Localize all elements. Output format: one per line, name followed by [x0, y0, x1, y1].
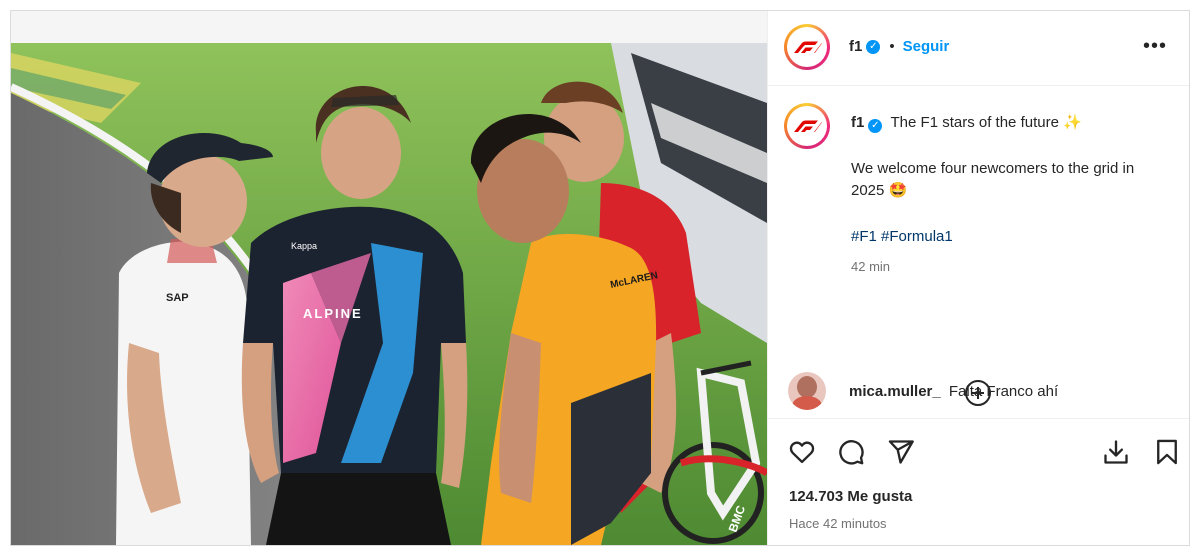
more-options-icon[interactable]: ••• — [1143, 36, 1167, 56]
post-header: f1 ✓ • Seguir ••• — [768, 11, 1189, 86]
comment-username[interactable]: mica.muller_ — [849, 383, 941, 400]
comment-row: mica.muller_ Falta Franco ahí — [788, 372, 1059, 410]
follow-button[interactable]: Seguir — [903, 38, 950, 55]
caption-username[interactable]: f1 — [851, 114, 864, 131]
post-photo[interactable]: SAP ALPINE Kappa McLAREN BMC — [11, 11, 767, 545]
comment-text: Falta Franco ahí — [948, 382, 1059, 400]
post-side-panel: f1 ✓ • Seguir ••• f1 ✓ The F1 stars of t… — [767, 11, 1189, 545]
svg-text:ALPINE: ALPINE — [303, 306, 363, 321]
f1-logo-icon — [794, 120, 822, 132]
sparkles-emoji-icon: ✨ — [1063, 114, 1082, 131]
f1-logo-icon — [794, 41, 822, 53]
star-struck-emoji-icon: 🤩 — [888, 182, 908, 199]
photo-top-bar — [11, 11, 767, 43]
account-avatar[interactable] — [784, 24, 830, 70]
share-icon[interactable] — [886, 438, 916, 466]
likes-count[interactable]: 124.703 Me gusta — [789, 488, 912, 505]
bookmark-icon[interactable] — [1152, 438, 1182, 466]
comment-icon[interactable] — [836, 438, 866, 466]
verified-badge-icon: ✓ — [866, 39, 881, 54]
download-icon[interactable] — [1101, 438, 1131, 466]
action-bar: 124.703 Me gusta Hace 42 minutos — [768, 418, 1189, 545]
caption-line1: The F1 stars of the future — [890, 114, 1059, 131]
post-timestamp: Hace 42 minutos — [789, 516, 887, 531]
post-caption: f1 ✓ The F1 stars of the future ✨ We welc… — [768, 86, 1189, 406]
caption-hashtags: #F1 #Formula1 — [851, 226, 1171, 248]
svg-text:SAP: SAP — [166, 292, 189, 304]
hashtag-link[interactable]: #Formula1 — [881, 228, 953, 245]
caption-avatar[interactable] — [784, 103, 830, 149]
header-separator: • — [889, 38, 895, 55]
verified-badge-icon: ✓ — [868, 119, 883, 133]
photo-drivers-on-track: SAP ALPINE Kappa McLAREN BMC — [11, 43, 767, 545]
caption-time: 42 min — [851, 259, 891, 274]
heart-icon[interactable] — [787, 438, 817, 466]
instagram-post: SAP ALPINE Kappa McLAREN BMC f1 ✓ • Segu… — [10, 10, 1190, 546]
commenter-avatar[interactable] — [788, 372, 826, 410]
account-username[interactable]: f1 — [849, 38, 862, 55]
svg-text:Kappa: Kappa — [291, 241, 317, 251]
hashtag-link[interactable]: #F1 — [851, 228, 877, 245]
